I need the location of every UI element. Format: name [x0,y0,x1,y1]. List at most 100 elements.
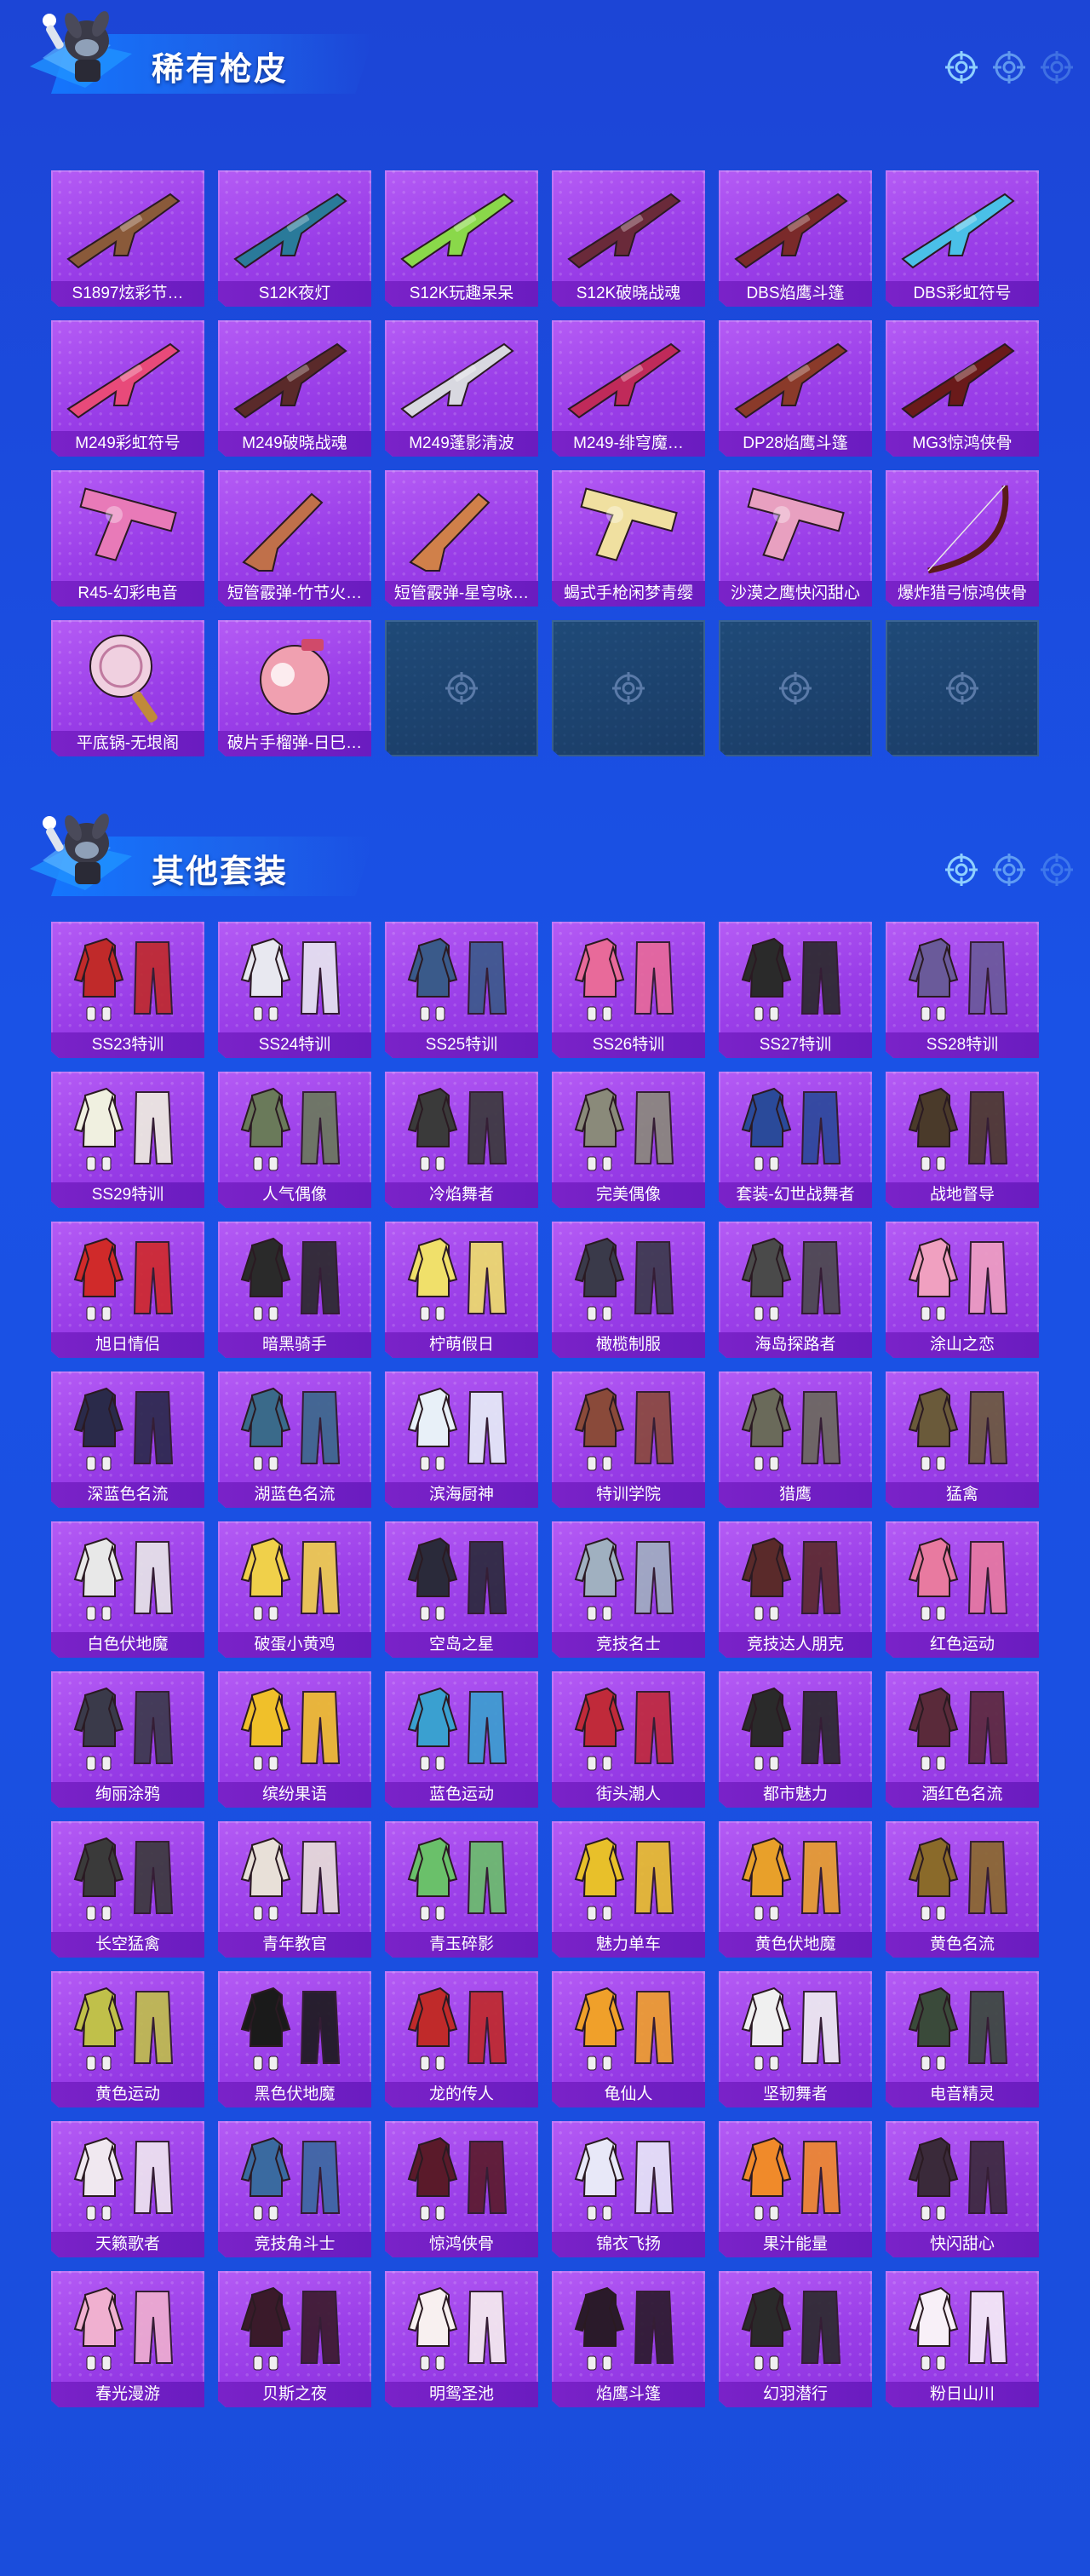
item-card[interactable]: 幻羽潜行 [719,2271,872,2407]
item-card[interactable]: 旭日情侣 [51,1222,204,1358]
item-card[interactable]: 龟仙人 [552,1971,705,2107]
item-card[interactable]: 破片手榴弹-日巳… [218,620,371,756]
item-card[interactable]: 套装-幻世战舞者 [719,1072,872,1208]
outfit-icon [908,937,1008,1021]
outfit-icon [407,1537,508,1621]
item-card[interactable]: S12K破晓战魂 [552,170,705,307]
item-card[interactable]: 战地督导 [886,1072,1039,1208]
item-card[interactable]: 涂山之恋 [886,1222,1039,1358]
item-card[interactable]: 都市魅力 [719,1671,872,1808]
item-card[interactable]: 平底锅-无垠阁 [51,620,204,756]
item-card[interactable]: S1897炫彩节… [51,170,204,307]
item-card[interactable]: S12K玩趣呆呆 [385,170,538,307]
item-card[interactable]: SS23特训 [51,922,204,1058]
item-card[interactable]: 缤纷果语 [218,1671,371,1808]
item-card[interactable]: 快闪甜心 [886,2121,1039,2257]
item-card[interactable]: MG3惊鸿侠骨 [886,320,1039,457]
item-card[interactable]: 短管霰弹-星穹咏… [385,470,538,607]
item-card[interactable]: 爆炸猎弓惊鸿侠骨 [886,470,1039,607]
item-card[interactable]: 果汁能量 [719,2121,872,2257]
item-card[interactable]: 坚韧舞者 [719,1971,872,2107]
item-card[interactable]: SS25特训 [385,922,538,1058]
item-card[interactable]: 黑色伏地魔 [218,1971,371,2107]
item-card[interactable]: 竞技角斗士 [218,2121,371,2257]
item-label: SS26特训 [552,1032,705,1058]
item-card[interactable]: SS29特训 [51,1072,204,1208]
item-card[interactable]: M249-绯穹魔… [552,320,705,457]
item-card[interactable]: DBS焰鹰斗篷 [719,170,872,307]
item-card[interactable]: SS24特训 [218,922,371,1058]
item-card[interactable]: 破蛋小黄鸡 [218,1521,371,1658]
outfit-icon [574,1687,674,1771]
item-label: 猎鹰 [719,1482,872,1508]
item-card[interactable]: 竞技达人朋克 [719,1521,872,1658]
item-card[interactable]: 魅力单车 [552,1821,705,1958]
item-card[interactable]: M249蓬影清波 [385,320,538,457]
item-card[interactable]: 暗黑骑手 [218,1222,371,1358]
item-card[interactable]: 粉日山川 [886,2271,1039,2407]
item-card[interactable]: DP28焰鹰斗篷 [719,320,872,457]
item-card[interactable]: 蝎式手枪闲梦青缨 [552,470,705,607]
item-card[interactable]: 青年教官 [218,1821,371,1958]
item-card[interactable]: 湖蓝色名流 [218,1371,371,1508]
item-label: 沙漠之鹰快闪甜心 [719,581,872,607]
shotgun-icon [734,193,848,269]
item-card[interactable]: 短管霰弹-竹节火… [218,470,371,607]
item-card[interactable]: 明鸳圣池 [385,2271,538,2407]
item-card[interactable]: 酒红色名流 [886,1671,1039,1808]
item-card[interactable]: SS28特训 [886,922,1039,1058]
item-label: 海岛探路者 [719,1332,872,1358]
item-card[interactable]: 春光漫游 [51,2271,204,2407]
item-card[interactable]: 天籁歌者 [51,2121,204,2257]
item-card[interactable]: 滨海厨神 [385,1371,538,1508]
item-card[interactable]: SS27特训 [719,922,872,1058]
section-other-outfits: 其他套装 SS23特训 SS24特训 SS25特训 SS26特训 SS27特训 SS28特… [0,802,1090,2407]
item-card[interactable]: S12K夜灯 [218,170,371,307]
shotgun-icon [66,193,181,269]
item-card[interactable]: 街头潮人 [552,1671,705,1808]
item-card[interactable]: 完美偶像 [552,1072,705,1208]
item-card[interactable]: 焰鹰斗篷 [552,2271,705,2407]
crosshair-icon [993,854,1025,886]
item-label: 青年教官 [218,1932,371,1958]
item-card[interactable]: 龙的传人 [385,1971,538,2107]
item-card[interactable]: 空岛之星 [385,1521,538,1658]
item-card[interactable]: 深蓝色名流 [51,1371,204,1508]
item-card[interactable]: 白色伏地魔 [51,1521,204,1658]
item-card[interactable]: 冷焰舞者 [385,1072,538,1208]
item-label: SS25特训 [385,1032,538,1058]
item-card[interactable]: 海岛探路者 [719,1222,872,1358]
item-card[interactable]: 柠萌假日 [385,1222,538,1358]
item-card[interactable]: M249破晓战魂 [218,320,371,457]
item-card[interactable]: 锦衣飞扬 [552,2121,705,2257]
item-card[interactable]: DBS彩虹符号 [886,170,1039,307]
item-card[interactable]: 猎鹰 [719,1371,872,1508]
item-card[interactable]: 人气偶像 [218,1072,371,1208]
item-card[interactable]: 橄榄制服 [552,1222,705,1358]
outfit-icon [73,1087,174,1171]
item-card[interactable]: 黄色伏地魔 [719,1821,872,1958]
item-card[interactable]: 红色运动 [886,1521,1039,1658]
item-card[interactable]: 绚丽涂鸦 [51,1671,204,1808]
item-card[interactable]: SS26特训 [552,922,705,1058]
item-card[interactable]: 青玉碎影 [385,1821,538,1958]
item-card[interactable]: 贝斯之夜 [218,2271,371,2407]
item-card[interactable]: M249彩虹符号 [51,320,204,457]
item-card[interactable]: 黄色名流 [886,1821,1039,1958]
item-card[interactable]: R45-幻彩电音 [51,470,204,607]
outfit-icon [407,1387,508,1471]
item-label: 橄榄制服 [552,1332,705,1358]
empty-slot [886,620,1039,756]
outfit-icon [73,1387,174,1471]
item-card[interactable]: 电音精灵 [886,1971,1039,2107]
item-card[interactable]: 蓝色运动 [385,1671,538,1808]
revolver-icon [79,487,177,561]
sawedoff-icon [409,492,490,572]
item-card[interactable]: 长空猛禽 [51,1821,204,1958]
item-card[interactable]: 沙漠之鹰快闪甜心 [719,470,872,607]
item-card[interactable]: 猛禽 [886,1371,1039,1508]
item-card[interactable]: 竞技名士 [552,1521,705,1658]
item-card[interactable]: 惊鸿侠骨 [385,2121,538,2257]
item-card[interactable]: 黄色运动 [51,1971,204,2107]
item-card[interactable]: 特训学院 [552,1371,705,1508]
